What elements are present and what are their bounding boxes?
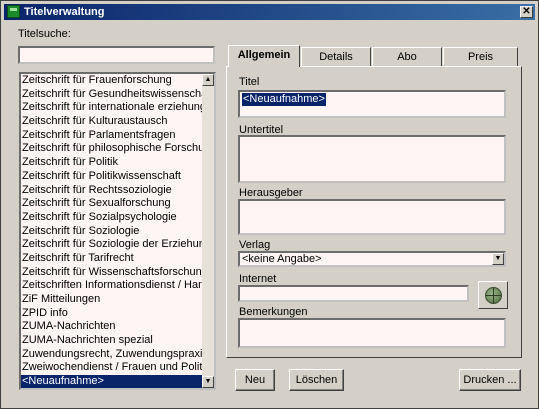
verlag-select-value: <keine Angabe>: [242, 253, 322, 265]
herausgeber-field[interactable]: [238, 199, 506, 235]
list-item[interactable]: Zeitschrift für philosophische Forschung: [21, 142, 202, 156]
list-item[interactable]: Zeitschrift für Tarifrecht: [21, 252, 202, 266]
titel-field-value: <Neuaufnahme>: [242, 93, 326, 106]
tab-preis[interactable]: Preis: [443, 47, 518, 67]
list-item[interactable]: Zeitschrift für Sozialpsychologie: [21, 211, 202, 225]
open-web-button[interactable]: [478, 281, 508, 309]
tab-allgemein[interactable]: Allgemein: [228, 45, 300, 67]
list-item[interactable]: Zeitschrift für internationale erziehung…: [21, 101, 202, 115]
list-item[interactable]: Zeitschrift für Parlamentsfragen: [21, 129, 202, 143]
scroll-down-arrow-icon[interactable]: ▼: [202, 376, 214, 388]
verlag-select[interactable]: <keine Angabe> ▼: [238, 251, 506, 267]
list-item[interactable]: Zuwendungsrecht, Zuwendungspraxis: [21, 348, 202, 362]
window-title: Titelverwaltung: [24, 6, 105, 18]
list-item[interactable]: Zeitschrift für Rechtssoziologie: [21, 184, 202, 198]
bemerkungen-field[interactable]: [238, 318, 506, 348]
list-scrollbar[interactable]: ▲ ▼: [202, 74, 214, 388]
list-item[interactable]: Zweiwochendienst / Frauen und Politik: [21, 361, 202, 375]
list-item[interactable]: Zeitschriften Informationsdienst / Hans-…: [21, 279, 202, 293]
untertitel-field[interactable]: [238, 135, 506, 183]
list-item[interactable]: ZUMA-Nachrichten spezial: [21, 334, 202, 348]
verlag-dropdown-icon[interactable]: ▼: [492, 253, 504, 265]
new-button[interactable]: Neu: [235, 369, 275, 391]
list-item[interactable]: Zeitschrift für Sexualforschung: [21, 197, 202, 211]
scroll-up-arrow-icon[interactable]: ▲: [202, 74, 214, 86]
list-item[interactable]: Zeitschrift für Gesundheitswissenschafte…: [21, 88, 202, 102]
list-item[interactable]: ZiF Mitteilungen: [21, 293, 202, 307]
title-bar[interactable]: Titelverwaltung ✕: [4, 4, 535, 20]
list-item[interactable]: Zeitschrift für Frauenforschung: [21, 74, 202, 88]
list-item[interactable]: Zeitschrift für Politikwissenschaft: [21, 170, 202, 184]
titel-label: Titel: [239, 76, 260, 88]
title-list[interactable]: Zeitschrift für Frauenforschung Zeitschri…: [19, 72, 216, 390]
close-icon[interactable]: ✕: [520, 6, 533, 18]
globe-icon: [485, 287, 502, 304]
list-item[interactable]: Zeitschrift für Soziologie: [21, 225, 202, 239]
print-button[interactable]: Drucken ...: [459, 369, 521, 391]
search-input[interactable]: [18, 46, 215, 64]
list-item[interactable]: <Neuaufnahme>: [21, 375, 202, 388]
delete-button[interactable]: Löschen: [289, 369, 344, 391]
list-item[interactable]: Zeitschrift für Politik: [21, 156, 202, 170]
internet-field[interactable]: [238, 285, 469, 302]
title-list-items: Zeitschrift für Frauenforschung Zeitschri…: [21, 74, 202, 388]
tab-details[interactable]: Details: [301, 47, 371, 67]
tab-abo[interactable]: Abo: [372, 47, 442, 67]
titel-field[interactable]: <Neuaufnahme>: [238, 90, 506, 118]
app-icon: [7, 5, 20, 18]
list-item[interactable]: Zeitschrift für Wissenschaftsforschung: [21, 266, 202, 280]
search-label: Titelsuche:: [18, 28, 71, 40]
list-item[interactable]: ZUMA-Nachrichten: [21, 320, 202, 334]
list-item[interactable]: Zeitschrift für Soziologie der Erziehung…: [21, 238, 202, 252]
list-item[interactable]: ZPID info: [21, 307, 202, 321]
list-item[interactable]: Zeitschrift für Kulturaustausch: [21, 115, 202, 129]
